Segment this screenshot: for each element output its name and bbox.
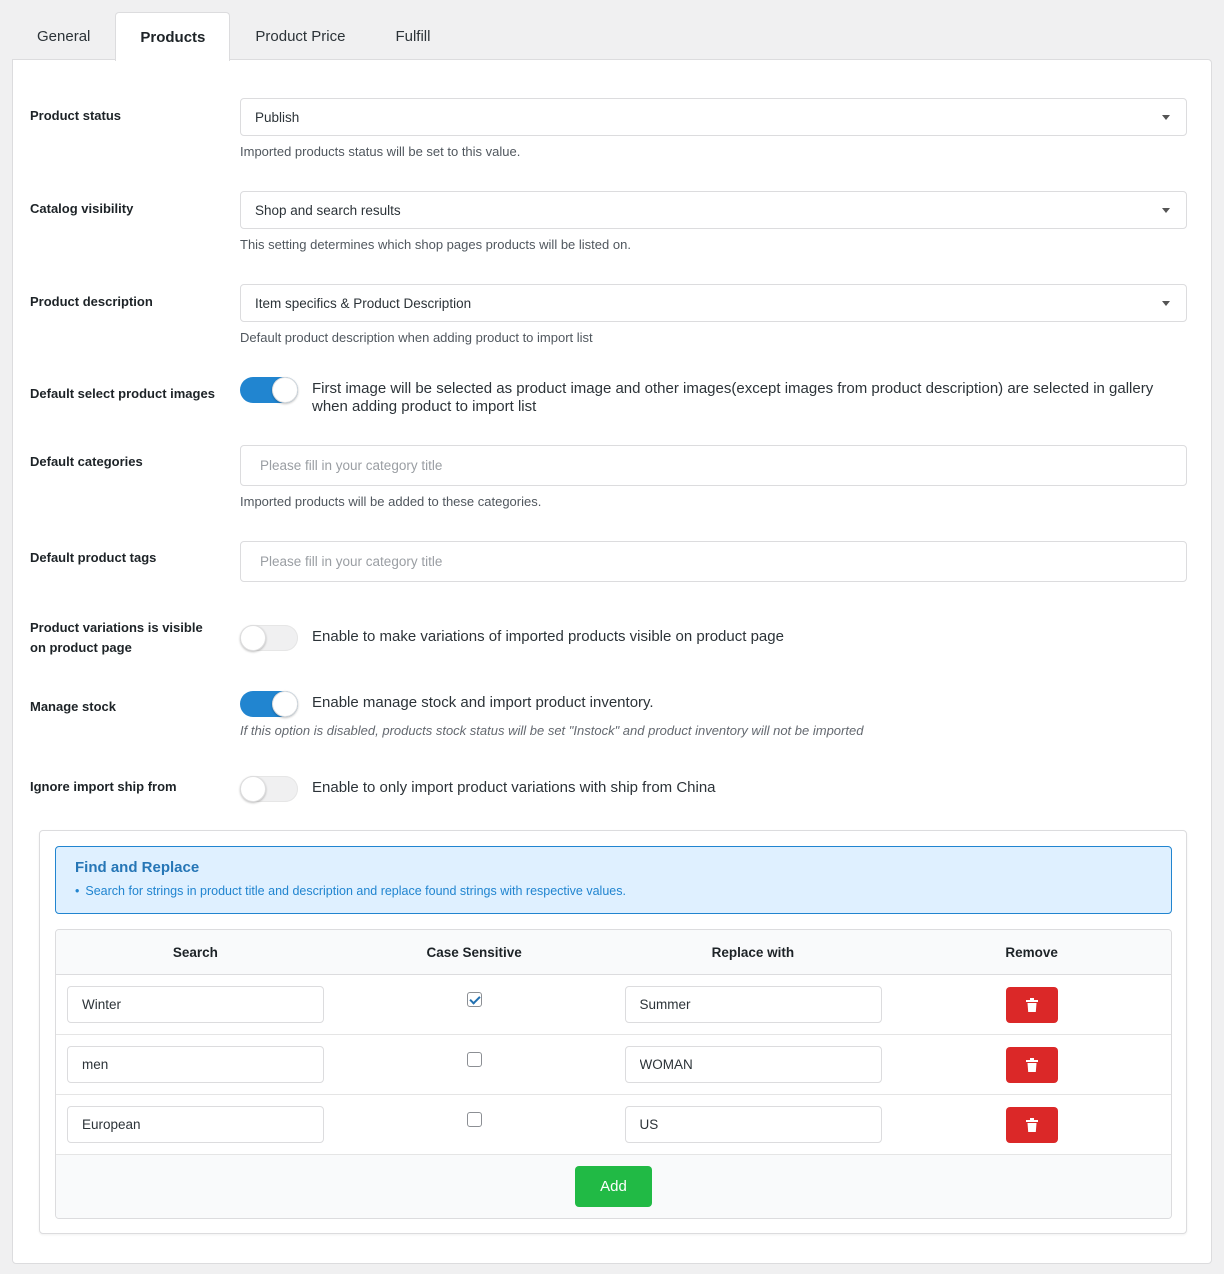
replace-input[interactable]	[624, 1046, 882, 1083]
tab-general[interactable]: General	[12, 12, 115, 60]
variations-visible-field: Enable to make variations of imported pr…	[240, 625, 1187, 651]
variations-visible-toggle[interactable]	[240, 625, 298, 651]
table-header: Search Case Sensitive Replace with Remov…	[56, 930, 1171, 975]
catalog-visibility-value: Shop and search results	[255, 202, 401, 218]
add-row-button[interactable]: Add	[575, 1166, 652, 1207]
catalog-visibility-help: This setting determines which shop pages…	[240, 237, 631, 252]
search-input[interactable]	[67, 1106, 324, 1143]
default-categories-input[interactable]	[240, 445, 1187, 486]
default-images-field: First image will be selected as product …	[240, 377, 1187, 416]
default-tags-input[interactable]	[240, 541, 1187, 582]
trash-icon	[1025, 1057, 1038, 1072]
remove-row-button[interactable]	[1005, 986, 1058, 1023]
product-description-value: Item specifics & Product Description	[255, 295, 472, 311]
find-replace-title: Find and Replace	[75, 859, 200, 876]
default-categories-label: Default categories	[30, 454, 143, 469]
product-status-field: Publish Imported products status will be…	[240, 98, 1187, 159]
catalog-visibility-select[interactable]: Shop and search results	[240, 191, 1187, 229]
product-status-value: Publish	[255, 109, 300, 125]
ignore-ship-from-field: Enable to only import product variations…	[240, 776, 1187, 802]
ignore-ship-from-toggle[interactable]	[240, 776, 298, 802]
product-description-help: Default product description when adding …	[240, 330, 593, 345]
trash-icon	[1025, 1117, 1038, 1132]
tab-fulfill[interactable]: Fulfill	[370, 12, 455, 60]
case-sensitive-checkbox[interactable]	[466, 992, 482, 1007]
default-tags-field	[240, 541, 1187, 582]
ignore-ship-from-text: Enable to only import product variations…	[312, 779, 716, 796]
settings-tabs: General Products Product Price Fulfill	[12, 12, 455, 61]
dropdown-caret-icon	[1162, 114, 1170, 120]
find-replace-table: Search Case Sensitive Replace with Remov…	[55, 929, 1172, 1219]
find-replace-description: • Search for strings in product title and…	[75, 884, 1152, 898]
catalog-visibility-label: Catalog visibility	[30, 201, 134, 216]
column-header-case-sensitive: Case Sensitive	[426, 944, 522, 960]
column-header-search: Search	[172, 944, 218, 960]
table-row	[56, 1095, 1171, 1155]
manage-stock-label: Manage stock	[30, 699, 116, 714]
ignore-ship-from-label: Ignore import ship from	[30, 779, 177, 794]
dropdown-caret-icon	[1162, 207, 1170, 213]
default-images-label: Default select product images	[30, 386, 215, 401]
remove-row-button[interactable]	[1005, 1106, 1058, 1143]
manage-stock-help: If this option is disabled, products sto…	[240, 723, 864, 738]
column-header-replace-with: Replace with	[711, 944, 795, 960]
table-row	[56, 1035, 1171, 1095]
product-description-select[interactable]: Item specifics & Product Description	[240, 284, 1187, 322]
find-replace-info: Find and Replace • Search for strings in …	[55, 846, 1172, 914]
table-footer: Add	[56, 1155, 1171, 1218]
products-settings-panel: Product status Publish Imported products…	[12, 59, 1212, 1264]
bullet-icon: •	[75, 884, 80, 898]
product-description-field: Item specifics & Product Description Def…	[240, 284, 1187, 345]
manage-stock-text: Enable manage stock and import product i…	[312, 694, 654, 711]
toggle-knob	[240, 625, 266, 651]
table-row	[56, 975, 1171, 1035]
manage-stock-toggle[interactable]	[240, 691, 298, 717]
default-images-toggle[interactable]	[240, 377, 298, 403]
replace-input[interactable]	[624, 1106, 882, 1143]
product-status-select[interactable]: Publish	[240, 98, 1187, 136]
manage-stock-field: Enable manage stock and import product i…	[240, 691, 1187, 738]
dropdown-caret-icon	[1162, 300, 1170, 306]
find-replace-section: Find and Replace • Search for strings in …	[39, 830, 1187, 1234]
replace-input[interactable]	[624, 986, 882, 1023]
default-tags-label: Default product tags	[30, 550, 157, 565]
case-sensitive-checkbox[interactable]	[466, 1112, 482, 1127]
product-status-help: Imported products status will be set to …	[240, 144, 521, 159]
column-header-remove: Remove	[1005, 944, 1058, 960]
case-sensitive-checkbox[interactable]	[466, 1052, 482, 1067]
search-input[interactable]	[67, 986, 324, 1023]
search-input[interactable]	[67, 1046, 324, 1083]
toggle-knob	[272, 377, 298, 403]
product-description-label: Product description	[30, 294, 153, 309]
remove-row-button[interactable]	[1005, 1046, 1058, 1083]
catalog-visibility-field: Shop and search results This setting det…	[240, 191, 1187, 252]
tab-products[interactable]: Products	[115, 12, 231, 61]
tab-product-price[interactable]: Product Price	[230, 12, 370, 60]
default-categories-field: Imported products will be added to these…	[240, 445, 1187, 509]
default-images-text: First image will be selected as product …	[312, 380, 1154, 415]
variations-visible-label: Product variations is visible on product…	[30, 620, 203, 655]
default-categories-help: Imported products will be added to these…	[240, 494, 542, 509]
toggle-knob	[272, 691, 298, 717]
trash-icon	[1025, 997, 1038, 1012]
variations-visible-text: Enable to make variations of imported pr…	[312, 628, 784, 645]
toggle-knob	[240, 776, 266, 802]
find-replace-description-text: Search for strings in product title and …	[85, 884, 626, 898]
product-status-label: Product status	[30, 108, 122, 123]
